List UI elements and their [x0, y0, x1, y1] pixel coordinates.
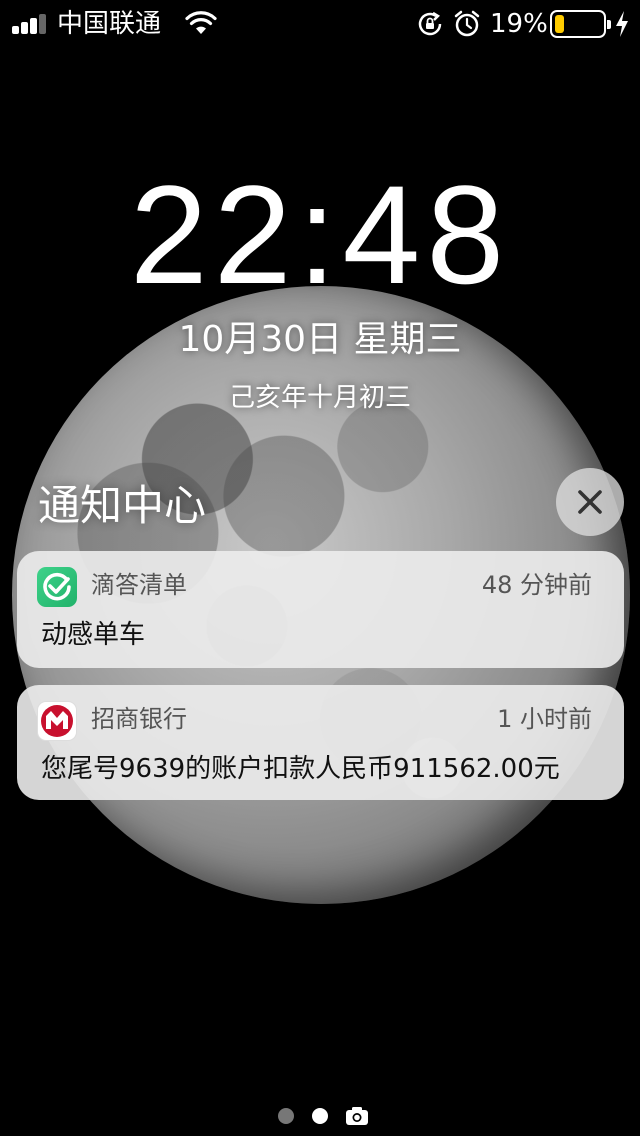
battery-percentage: 19%	[490, 9, 548, 39]
lock-screen-time: 22:48	[129, 156, 511, 313]
lunar-date: 己亥年十月初三	[228, 383, 411, 413]
camera-icon[interactable]	[345, 1106, 369, 1126]
notification-app-name: 滴答清单	[91, 571, 187, 599]
notification-center-title: 通知中心	[38, 481, 207, 530]
notification-ticktick[interactable]: 滴答清单 48 分钟前 动感单车	[17, 551, 624, 668]
battery-icon	[550, 10, 611, 38]
clear-notifications-button[interactable]	[556, 468, 624, 536]
alarm-icon	[454, 10, 480, 37]
page-indicator[interactable]	[0, 1104, 640, 1128]
notification-time: 1 小时前	[497, 705, 592, 733]
page-dot[interactable]	[278, 1108, 294, 1124]
carrier-name: 中国联通	[57, 9, 162, 39]
notification-app-name: 招商银行	[91, 705, 187, 733]
page-dot-active[interactable]	[312, 1108, 328, 1124]
charging-bolt-icon	[616, 11, 628, 37]
notification-body: 动感单车	[41, 620, 146, 650]
notification-cmb-bank[interactable]: 招商银行 1 小时前 您尾号9639的账户扣款人民币911562.00元	[17, 685, 624, 800]
close-icon	[578, 490, 602, 514]
notification-body: 您尾号9639的账户扣款人民币911562.00元	[41, 754, 560, 784]
rotation-lock-icon	[418, 11, 442, 36]
notification-time: 48 分钟前	[481, 571, 592, 599]
signal-icon	[12, 14, 52, 34]
wifi-icon	[185, 11, 217, 34]
ticktick-icon	[37, 567, 77, 607]
status-bar: 中国联通 19%	[0, 0, 640, 48]
cmb-bank-icon	[37, 701, 77, 741]
lock-screen-date: 10月30日 星期三	[178, 319, 462, 360]
battery-level-fill	[555, 15, 564, 33]
